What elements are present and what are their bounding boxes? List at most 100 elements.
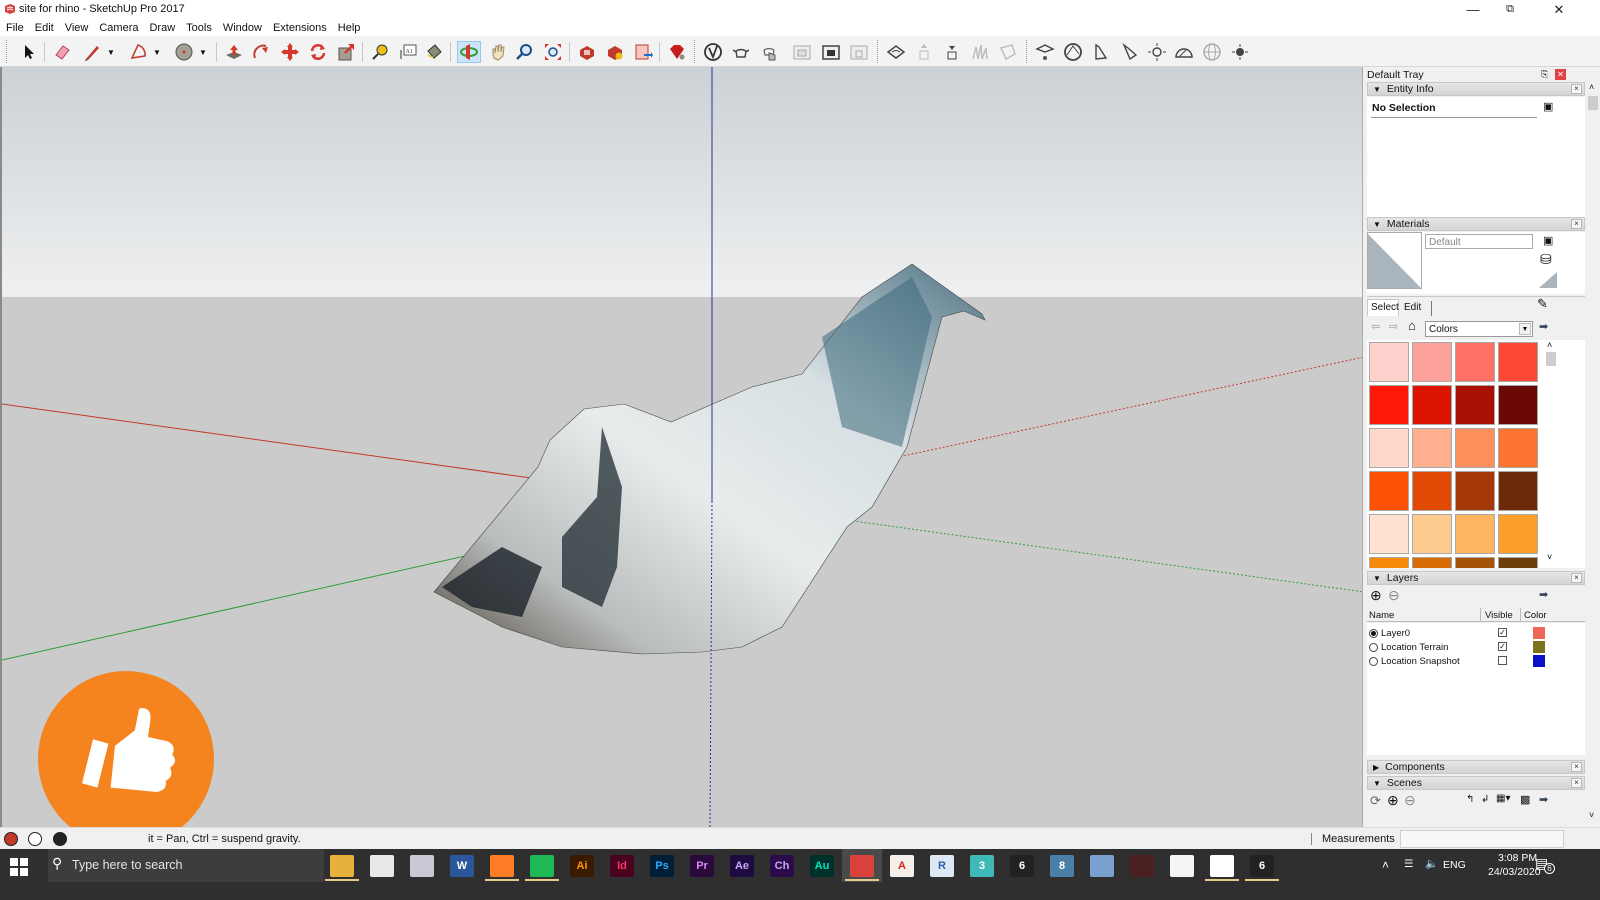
color-swatch[interactable] — [1498, 342, 1538, 382]
vray-sphere-button[interactable] — [1061, 41, 1085, 63]
close-panel-button[interactable]: × — [1571, 219, 1582, 229]
vray-globe-button[interactable] — [1200, 41, 1224, 63]
add-scene-button[interactable]: ⊕ — [1387, 792, 1399, 809]
zoom-tool-button[interactable] — [512, 41, 536, 63]
line-tool-dropdown[interactable]: ▼ — [106, 41, 116, 63]
delete-scene-button[interactable]: ⊖ — [1404, 792, 1416, 809]
taskbar-app-rhino-6-running[interactable]: 6 — [1250, 855, 1274, 877]
vray-spot-light-button[interactable] — [1089, 41, 1113, 63]
active-layer-radio[interactable] — [1369, 628, 1378, 638]
taskbar-app-rhino-6[interactable]: 6 — [1010, 855, 1034, 877]
text-tool-button[interactable]: A1 — [396, 41, 420, 63]
taskbar-app-screen-recorder[interactable] — [1210, 855, 1234, 877]
menu-extensions[interactable]: Extensions — [273, 22, 327, 34]
color-swatch[interactable] — [1498, 557, 1538, 568]
layer-row[interactable]: Location Snapshot — [1369, 654, 1559, 668]
sandbox-stamp-button[interactable] — [912, 41, 936, 63]
line-tool-button[interactable] — [80, 41, 104, 63]
taskbar-app-revit[interactable]: R — [930, 855, 954, 877]
3d-warehouse-button[interactable] — [575, 41, 599, 63]
menu-help[interactable]: Help — [338, 22, 361, 34]
menu-window[interactable]: Window — [223, 22, 262, 34]
material-name-field[interactable]: Default — [1425, 234, 1533, 249]
paint-bucket-tool-button[interactable] — [422, 41, 446, 63]
menu-tools[interactable]: Tools — [186, 22, 212, 34]
taskbar-app-after-effects[interactable]: Ae — [730, 855, 754, 877]
smoove-tool-button[interactable] — [701, 41, 725, 63]
scroll-thumb[interactable] — [1588, 96, 1598, 110]
layer-color-swatch[interactable] — [1533, 641, 1545, 653]
shapes-tool-dropdown[interactable]: ▼ — [198, 41, 208, 63]
vray-sun-button[interactable] — [1145, 41, 1169, 63]
pan-tool-button[interactable] — [486, 41, 510, 63]
layer-color-swatch[interactable] — [1533, 655, 1545, 667]
active-layer-radio[interactable] — [1369, 642, 1378, 652]
push-pull-tool-button[interactable] — [222, 41, 246, 63]
tape-measure-tool-button[interactable] — [368, 41, 392, 63]
layer-name[interactable]: Location Snapshot — [1381, 656, 1460, 667]
account-icon[interactable] — [53, 832, 67, 846]
layer-visible-checkbox[interactable] — [1498, 656, 1507, 665]
tray-scrollbar[interactable]: ˄ ˅ — [1587, 82, 1599, 827]
shapes-tool-button[interactable] — [172, 41, 196, 63]
layer-name[interactable]: Location Terrain — [1381, 642, 1448, 653]
taskbar-app-character-animator[interactable]: Ch — [770, 855, 794, 877]
color-swatch[interactable] — [1369, 471, 1409, 511]
add-layer-button[interactable]: ⊕ — [1370, 587, 1382, 604]
column-name[interactable]: Name — [1369, 610, 1394, 621]
taskbar-app-blank-document[interactable] — [1170, 855, 1194, 877]
taskbar-app-firefox[interactable] — [490, 855, 514, 877]
scenes-details-icon[interactable]: ➡ — [1539, 793, 1548, 806]
scale-tool-button[interactable] — [334, 41, 358, 63]
show-thumbnails-icon[interactable]: ▩ — [1520, 793, 1530, 806]
taskbar-app-snipping-tool[interactable] — [410, 855, 434, 877]
view-options-icon[interactable]: ▦▾ — [1496, 793, 1510, 804]
color-swatch[interactable] — [1455, 342, 1495, 382]
taskbar-app-sketchup[interactable] — [850, 855, 874, 877]
move-scene-down-icon[interactable]: ↲ — [1481, 794, 1489, 805]
menu-camera[interactable]: Camera — [99, 22, 138, 34]
clock-time[interactable]: 3:08 PM — [1498, 852, 1537, 864]
notification-center-button[interactable]: ▤ 6 — [1535, 855, 1555, 875]
color-swatch[interactable] — [1498, 385, 1538, 425]
section-display-3-button[interactable] — [847, 41, 871, 63]
column-visible[interactable]: Visible — [1485, 610, 1513, 621]
color-swatch[interactable] — [1369, 385, 1409, 425]
pin-icon[interactable]: ⎘ — [1541, 69, 1548, 80]
volume-icon[interactable]: 🔈 — [1425, 857, 1438, 870]
menu-edit[interactable]: Edit — [35, 22, 54, 34]
swatch-scrollbar[interactable]: ˄ ˅ — [1545, 340, 1557, 568]
color-swatch[interactable] — [1412, 342, 1452, 382]
taskbar-app-lumion[interactable]: 8 — [1050, 855, 1074, 877]
taskbar-app-autocad[interactable]: A — [890, 855, 914, 877]
column-color[interactable]: Color — [1524, 610, 1547, 621]
forward-arrow-icon[interactable]: ⇨ — [1389, 320, 1398, 333]
eraser-tool-button[interactable] — [50, 41, 74, 63]
color-swatch[interactable] — [1498, 514, 1538, 554]
sandbox-from-contours-button[interactable] — [884, 41, 908, 63]
taskbar-app-indesign[interactable]: Id — [610, 855, 634, 877]
taskbar-app-calculator[interactable] — [370, 855, 394, 877]
close-tray-button[interactable]: ✕ — [1555, 69, 1566, 80]
tab-select[interactable]: Select — [1367, 299, 1399, 316]
layer-row[interactable]: Location Terrain ✓ — [1369, 640, 1559, 654]
components-header[interactable]: ▶ Components × — [1367, 760, 1585, 774]
taskbar-search-box[interactable]: ⚲ Type here to search — [48, 849, 324, 882]
layer-row[interactable]: Layer0 ✓ — [1369, 626, 1559, 640]
orbit-tool-button[interactable] — [457, 41, 481, 63]
scroll-up-icon[interactable]: ˄ — [1589, 82, 1594, 92]
menu-file[interactable]: File — [6, 22, 24, 34]
taskbar-app-control-panel[interactable] — [1090, 855, 1114, 877]
color-swatch[interactable] — [1412, 557, 1452, 568]
section-display-1-button[interactable] — [790, 41, 814, 63]
layer-visible-checkbox[interactable]: ✓ — [1498, 642, 1507, 651]
close-panel-button[interactable]: × — [1571, 762, 1582, 772]
close-panel-button[interactable]: × — [1571, 573, 1582, 583]
color-swatch[interactable] — [1369, 557, 1409, 568]
language-indicator[interactable]: ENG — [1443, 859, 1466, 871]
color-swatch[interactable] — [1369, 428, 1409, 468]
taskbar-app-premiere[interactable]: Pr — [690, 855, 714, 877]
close-panel-button[interactable]: × — [1571, 84, 1582, 94]
scenes-header[interactable]: ▼ Scenes × — [1367, 776, 1585, 790]
materials-header[interactable]: ▼ Materials × — [1367, 217, 1585, 231]
